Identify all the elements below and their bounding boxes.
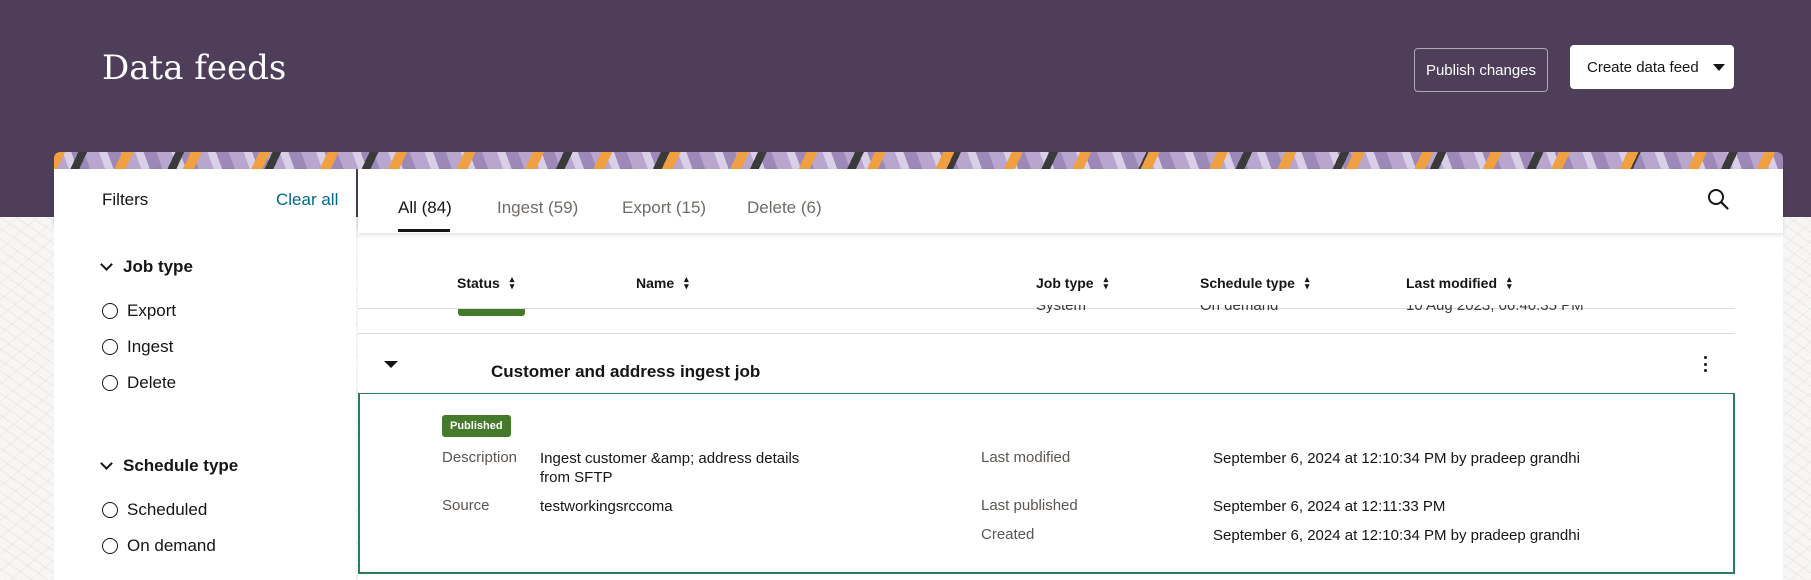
- filter-option-on-demand[interactable]: On demand: [102, 536, 216, 556]
- clear-all-link[interactable]: Clear all: [276, 190, 338, 210]
- column-header-label: Schedule type: [1200, 275, 1295, 291]
- filter-option-delete[interactable]: Delete: [102, 373, 176, 393]
- tab-export[interactable]: Export (15): [622, 198, 706, 218]
- more-actions-icon[interactable]: [1698, 353, 1712, 375]
- partial-row-job-type: System: [1036, 305, 1087, 314]
- filter-option-label: Export: [127, 301, 177, 320]
- column-header-schedule-type[interactable]: Schedule type ▴ ▾: [1200, 274, 1310, 292]
- tabs-bar: All (84) Ingest (59) Export (15) Delete …: [358, 169, 1783, 233]
- created-value: September 6, 2024 at 12:10:34 PM by prad…: [1213, 527, 1580, 544]
- filter-option-export[interactable]: Export: [102, 301, 176, 321]
- description-value: Ingest customer &amp; address details fr…: [540, 450, 800, 486]
- radio-icon[interactable]: [102, 339, 118, 355]
- row-divider: [358, 333, 1735, 334]
- description-label: Description: [442, 449, 518, 466]
- source-label: Source: [442, 497, 490, 514]
- column-header-label: Last modified: [1406, 275, 1498, 291]
- data-feeds-panel: All (84) Ingest (59) Export (15) Delete …: [358, 169, 1783, 580]
- created-label: Created: [981, 526, 1035, 543]
- filter-option-label: On demand: [127, 536, 216, 555]
- filters-header: Filters Clear all: [54, 169, 356, 228]
- filters-panel: Job type Export Ingest Delete Schedule t…: [54, 228, 356, 580]
- status-badge: Published: [442, 415, 511, 437]
- filter-option-label: Scheduled: [127, 500, 208, 519]
- filters-title: Filters: [102, 190, 149, 209]
- last-published-label: Last published: [981, 497, 1078, 514]
- publish-changes-button[interactable]: Publish changes: [1414, 48, 1548, 92]
- column-header-label: Job type: [1036, 275, 1094, 291]
- column-header-label: Name: [636, 275, 675, 291]
- filter-option-ingest[interactable]: Ingest: [102, 337, 173, 357]
- filter-group-schedule-type[interactable]: Schedule type: [100, 456, 239, 476]
- filter-option-scheduled[interactable]: Scheduled: [102, 500, 207, 520]
- decorative-banner: [54, 152, 1783, 169]
- last-modified-label: Last modified: [981, 449, 1071, 466]
- caret-down-icon[interactable]: [384, 361, 398, 368]
- sort-icon: ▴ ▾: [1507, 274, 1512, 291]
- row-name[interactable]: Customer and address ingest job: [491, 362, 760, 382]
- column-header-name[interactable]: Name ▴ ▾: [636, 274, 689, 292]
- sort-icon: ▴ ▾: [1103, 274, 1109, 291]
- filter-group-job-type[interactable]: Job type: [100, 257, 193, 277]
- column-header-last-modified[interactable]: Last modified ▴ ▾: [1406, 274, 1512, 292]
- chevron-down-icon: [100, 258, 113, 271]
- create-data-feed-button[interactable]: Create data feed: [1570, 45, 1734, 89]
- column-header-label: Status: [457, 275, 500, 291]
- radio-icon[interactable]: [102, 538, 118, 554]
- page-title: Data feeds: [102, 48, 287, 88]
- sort-icon: ▴ ▾: [684, 274, 689, 291]
- search-icon[interactable]: [1706, 187, 1730, 211]
- last-published-value: September 6, 2024 at 12:11:33 PM: [1213, 498, 1446, 515]
- tab-delete[interactable]: Delete (6): [747, 198, 822, 218]
- column-header-status[interactable]: Status ▴ ▾: [457, 274, 515, 292]
- partial-row-schedule-type: On demand: [1200, 305, 1279, 314]
- filter-option-label: Delete: [127, 373, 177, 392]
- radio-icon[interactable]: [102, 303, 118, 319]
- tab-ingest[interactable]: Ingest (59): [497, 198, 578, 218]
- tab-all[interactable]: All (84): [398, 198, 452, 218]
- chevron-down-icon: [100, 457, 113, 470]
- sort-icon: ▴ ▾: [1304, 274, 1310, 291]
- chevron-down-icon: [1712, 63, 1725, 71]
- active-tab-indicator: [398, 229, 450, 232]
- create-data-feed-label: Create data feed: [1587, 58, 1699, 76]
- filter-option-label: Ingest: [127, 337, 174, 356]
- filter-group-label: Job type: [123, 257, 193, 276]
- row-details: Published Description Ingest customer &a…: [358, 393, 1735, 574]
- sort-icon: ▴ ▾: [509, 274, 515, 291]
- status-badge: [458, 309, 525, 316]
- filter-group-label: Schedule type: [123, 456, 239, 475]
- partial-row-last-modified: 10 Aug 2023, 06:40:35 PM: [1406, 305, 1584, 314]
- last-modified-value: September 6, 2024 at 12:10:34 PM by prad…: [1213, 450, 1580, 467]
- column-header-job-type[interactable]: Job type ▴ ▾: [1036, 274, 1109, 292]
- radio-icon[interactable]: [102, 375, 118, 391]
- radio-icon[interactable]: [102, 502, 118, 518]
- source-value: testworkingsrccoma: [540, 498, 673, 515]
